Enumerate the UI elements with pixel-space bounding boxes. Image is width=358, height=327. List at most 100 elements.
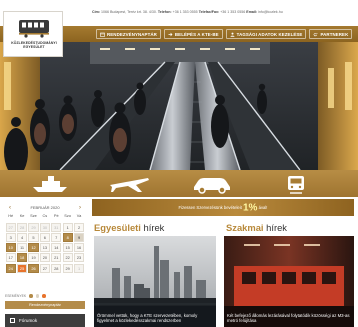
calendar-day[interactable]: 27 — [39, 263, 50, 273]
calendar-day[interactable]: 5 — [28, 232, 39, 242]
page: Cím: 1066 Budapest, Teréz krt. 38. 4/30.… — [0, 0, 358, 327]
plane-icon[interactable] — [108, 173, 150, 194]
section-accent: Egyesületi — [94, 222, 141, 233]
legend-dot-highlight — [42, 294, 46, 298]
professional-news-title: Szakmai hírek — [226, 222, 287, 234]
transport-category-strip — [0, 170, 358, 197]
fax: +36 1 353 0556 — [220, 10, 246, 14]
user-icon — [230, 32, 235, 37]
tram-icon[interactable] — [284, 173, 308, 194]
nav-event-calendar[interactable]: RENDEZVÉNYNAPTÁR — [96, 29, 161, 39]
email-link[interactable]: info@kozlek.hu — [258, 10, 283, 14]
banner-prefix: Fizessen Szervezésünk bevételeit — [178, 205, 242, 210]
nav-label: BELÉPÉS A KTE-BE — [174, 31, 219, 37]
calendar-weekday: Sze — [30, 213, 37, 218]
calendar-day[interactable]: 12 — [28, 243, 39, 253]
address: 1066 Budapest, Teréz krt. 38. 4/30. — [101, 10, 157, 14]
ship-icon[interactable] — [30, 173, 70, 194]
forum-button[interactable]: Fórumok — [5, 314, 85, 327]
calendar-day[interactable]: 30 — [39, 222, 50, 232]
nav-label: RENDEZVÉNYNAPTÁR — [107, 31, 157, 37]
kte-logo[interactable]: KÖZLEKEDÉSTUDOMÁNYI EGYESÜLET — [3, 11, 63, 57]
section-rest: hírek — [266, 222, 287, 233]
calendar-day[interactable]: 1 — [62, 222, 73, 232]
login-icon — [168, 32, 173, 36]
forum-label: Fórumok — [19, 318, 38, 323]
calendar-weekday: Szo — [64, 213, 71, 218]
calendar-day[interactable]: 18 — [16, 253, 28, 263]
calendar-day[interactable]: 17 — [5, 253, 16, 263]
news-caption: Két befejező állomás lezárásával folytat… — [227, 312, 350, 324]
banner-suffix: ával! — [258, 205, 268, 210]
address-label: Cím: — [92, 10, 100, 14]
calendar-day[interactable]: 29 — [62, 263, 73, 273]
calendar-legend: ESEMÉNYEK — [5, 293, 85, 299]
calendar-day[interactable]: 21 — [51, 253, 62, 263]
calendar-day[interactable]: 25 — [16, 263, 28, 273]
calendar-month: FEBRUÁR 2020 — [30, 205, 60, 210]
banner-percent: 1% — [243, 202, 258, 214]
calendar-day[interactable]: 11 — [16, 243, 28, 253]
section-rest: hírek — [143, 222, 165, 233]
nav-join[interactable]: BELÉPÉS A KTE-BE — [163, 29, 223, 39]
calendar-day[interactable]: 3 — [5, 232, 16, 242]
nav-label: PARTNEREK — [320, 31, 349, 37]
calendar-day[interactable]: 14 — [51, 243, 62, 253]
calendar-grid: Hé Ke Sze Cs Pé Szo Va 27 28 29 30 31 1 2 3 4 5 6 7 8 9 10 11 1… — [5, 212, 85, 273]
nav-partners[interactable]: PARTNEREK — [309, 29, 353, 39]
calendar-day[interactable]: 28 — [51, 263, 62, 273]
calendar-day[interactable]: 4 — [16, 232, 28, 242]
calendar-weekday: Ke — [19, 213, 25, 218]
calendar-day[interactable]: 6 — [39, 232, 50, 242]
legend-dot-today — [35, 294, 40, 298]
legend-label: ESEMÉNYEK — [5, 294, 27, 298]
professional-news-card[interactable]: Két befejező állomás lezárásával folytat… — [224, 236, 354, 327]
one-percent-banner[interactable]: Fizessen Szervezésünk bevételeit 1% ával… — [92, 199, 354, 216]
phone[interactable]: +36 1 353 0555 — [173, 10, 198, 14]
email-label: Email: — [246, 10, 258, 14]
contact-line: Cím: 1066 Budapest, Teréz krt. 38. 4/30.… — [92, 10, 354, 15]
calendar-weekday: Cs — [42, 213, 48, 218]
calendar-weekday: Va — [76, 213, 82, 218]
logo-line2: EGYESÜLET — [23, 45, 45, 50]
calendar-day[interactable]: 2 — [73, 222, 85, 232]
association-news-card[interactable]: Örömmel vettük, hogy a KTE szervezetében… — [94, 236, 216, 327]
calendar-day[interactable]: 31 — [51, 222, 62, 232]
calendar-day[interactable]: 7 — [51, 232, 62, 242]
calendar-day[interactable]: 1 — [73, 263, 85, 273]
calendar-day[interactable]: 24 — [5, 263, 16, 273]
calendar-day[interactable]: 16 — [73, 243, 85, 253]
calendar-weekday: Pé — [53, 213, 59, 218]
calendar-day[interactable]: 9 — [73, 232, 85, 242]
hero-banner — [0, 42, 358, 170]
event-calendar: ‹ FEBRUÁR 2020 › Hé Ke Sze Cs Pé Szo Va 27 28 29 3… — [5, 203, 85, 273]
calendar-day[interactable]: 13 — [39, 243, 50, 253]
calendar-day[interactable]: 23 — [73, 253, 85, 263]
sidebar: ‹ FEBRUÁR 2020 › Hé Ke Sze Cs Pé Szo Va 27 28 29 3… — [0, 197, 90, 327]
nav-label: TAGSÁGI ADATOK KEZELÉSE — [236, 31, 303, 37]
legend-dot-event — [29, 294, 33, 298]
car-icon[interactable] — [190, 173, 234, 194]
nav-membership-data[interactable]: TAGSÁGI ADATOK KEZELÉSE — [225, 29, 307, 39]
news-caption: Örömmel vettük, hogy a KTE szervezetében… — [97, 312, 198, 324]
calendar-day[interactable]: 29 — [28, 222, 39, 232]
calendar-day[interactable]: 19 — [28, 253, 39, 263]
section-accent: Szakmai — [226, 222, 264, 233]
calendar-weekday: Hé — [8, 213, 14, 218]
calendar-day[interactable]: 8 — [62, 232, 73, 242]
calendar-day[interactable]: 20 — [39, 253, 50, 263]
forum-icon — [10, 318, 15, 323]
fax-label: Telefax/Fax: — [198, 10, 220, 14]
calendar-day[interactable]: 22 — [62, 253, 73, 263]
next-month-icon[interactable]: › — [77, 204, 83, 212]
calendar-day[interactable]: 10 — [5, 243, 16, 253]
calendar-day[interactable]: 28 — [16, 222, 28, 232]
escalator-photo — [0, 42, 358, 170]
calendar-header: ‹ FEBRUÁR 2020 › — [5, 203, 85, 212]
handshake-icon — [313, 32, 319, 36]
event-calendar-button[interactable]: Rendezvénynaptár — [5, 301, 85, 309]
calendar-day[interactable]: 27 — [5, 222, 16, 232]
calendar-day[interactable]: 15 — [62, 243, 73, 253]
calendar-day[interactable]: 26 — [28, 263, 39, 273]
prev-month-icon[interactable]: ‹ — [7, 204, 13, 212]
